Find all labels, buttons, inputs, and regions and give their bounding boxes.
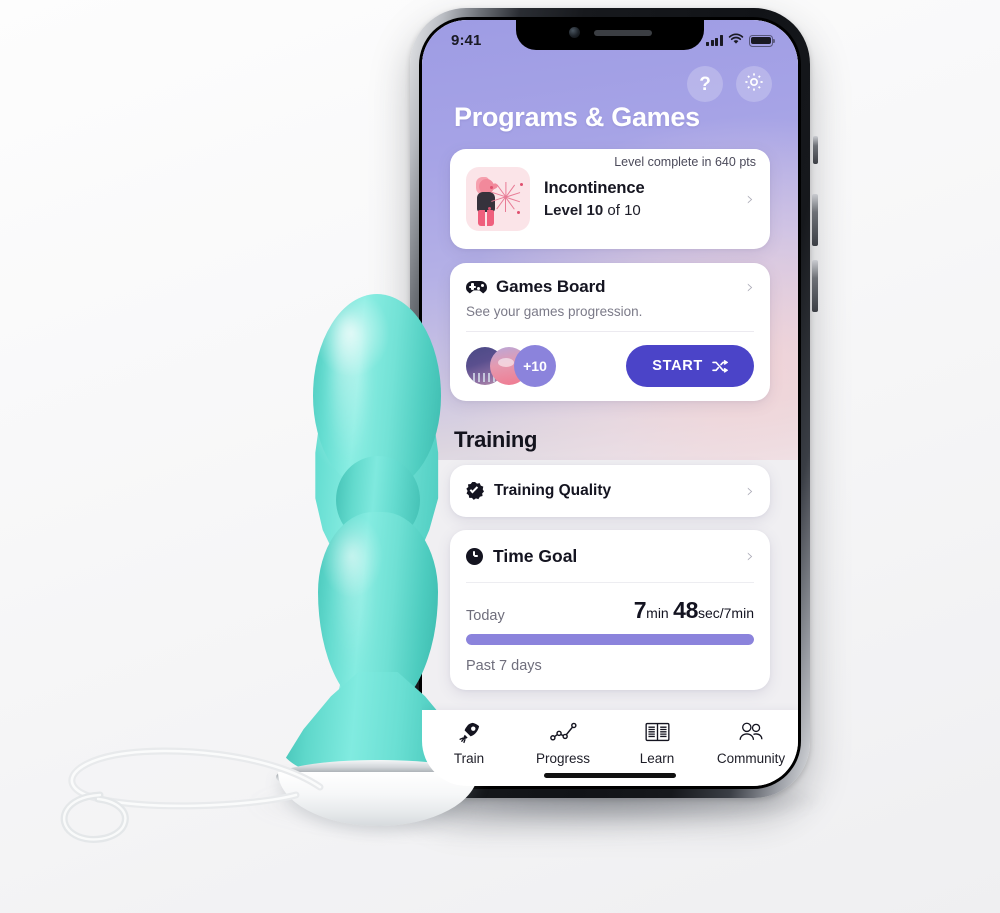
status-time: 9:41	[451, 31, 482, 49]
time-goal-progress-bar	[466, 634, 754, 645]
past-7-days-label: Past 7 days	[466, 658, 542, 674]
program-title: Incontinence	[544, 179, 645, 197]
game-avatars[interactable]: +10	[466, 345, 556, 387]
today-minutes: 7	[633, 597, 647, 623]
chevron-right-icon[interactable]: ›	[738, 481, 754, 501]
games-board-description: See your games progression.	[466, 304, 643, 319]
tab-community-label: Community	[716, 751, 786, 766]
program-level: Level 10 of 10	[544, 202, 738, 219]
training-quality-label: Training Quality	[494, 482, 612, 499]
level-complete-banner: Level complete in 640 pts	[580, 149, 770, 175]
tab-progress-label: Progress	[535, 751, 591, 766]
celebration-fireworks-illustration	[466, 167, 530, 231]
home-indicator[interactable]	[544, 773, 676, 778]
rocket-icon	[457, 719, 482, 745]
open-book-icon	[644, 719, 670, 745]
earpiece-speaker	[593, 29, 652, 36]
page-title: Programs & Games	[454, 102, 700, 132]
cellular-bars-icon	[706, 35, 723, 46]
chevron-right-icon[interactable]: ›	[738, 189, 754, 209]
line-chart-icon	[549, 719, 577, 745]
level-total: of 10	[607, 202, 641, 219]
chevron-right-icon[interactable]: ›	[738, 277, 754, 297]
charging-cable	[60, 747, 324, 843]
avatar-overflow-count: +10	[514, 345, 556, 387]
people-group-icon	[737, 719, 765, 745]
device-highlight	[332, 316, 364, 466]
start-button-label: START	[652, 358, 703, 374]
wifi-icon	[728, 32, 744, 49]
divider	[466, 331, 754, 332]
tab-learn-label: Learn	[639, 751, 675, 766]
time-goal-label: Time Goal	[493, 545, 578, 566]
chevron-right-icon[interactable]: ›	[738, 546, 754, 566]
volume-down-button[interactable]	[812, 260, 818, 312]
product-photo-scene: 9:41 ? Programs & Games Level complete i…	[0, 0, 1000, 913]
today-value: 7min 48sec/7min	[634, 597, 754, 624]
training-section-title: Training	[454, 427, 538, 452]
tab-progress[interactable]: Progress	[516, 719, 610, 766]
battery-full-icon	[749, 34, 776, 47]
tab-community[interactable]: Community	[704, 719, 798, 766]
level-number: 10	[586, 202, 604, 219]
today-seconds: 48	[673, 597, 698, 623]
question-mark-icon: ?	[699, 73, 711, 95]
tab-train[interactable]: Train	[422, 719, 516, 766]
notch	[516, 20, 704, 50]
bottom-tab-bar: Train Progress Learn Community	[422, 710, 798, 786]
volume-up-button[interactable]	[812, 194, 818, 246]
start-button[interactable]: START	[626, 345, 754, 387]
level-word: Level	[544, 202, 583, 219]
mute-switch[interactable]	[813, 136, 818, 164]
program-card[interactable]: Level complete in 640 pts Incontinence L…	[422, 149, 798, 249]
shuffle-icon	[712, 359, 728, 373]
tab-train-label: Train	[453, 751, 485, 766]
gear-icon	[743, 71, 765, 98]
today-sec-unit: sec/7min	[697, 605, 754, 621]
settings-button[interactable]	[736, 66, 772, 102]
time-goal-progress-fill	[466, 634, 754, 645]
tab-learn[interactable]: Learn	[610, 719, 704, 766]
today-min-unit: min	[646, 605, 669, 621]
device-highlight	[340, 540, 366, 670]
front-camera-icon	[568, 27, 580, 38]
games-board-title: Games Board	[496, 277, 606, 296]
help-button[interactable]: ?	[687, 66, 723, 102]
